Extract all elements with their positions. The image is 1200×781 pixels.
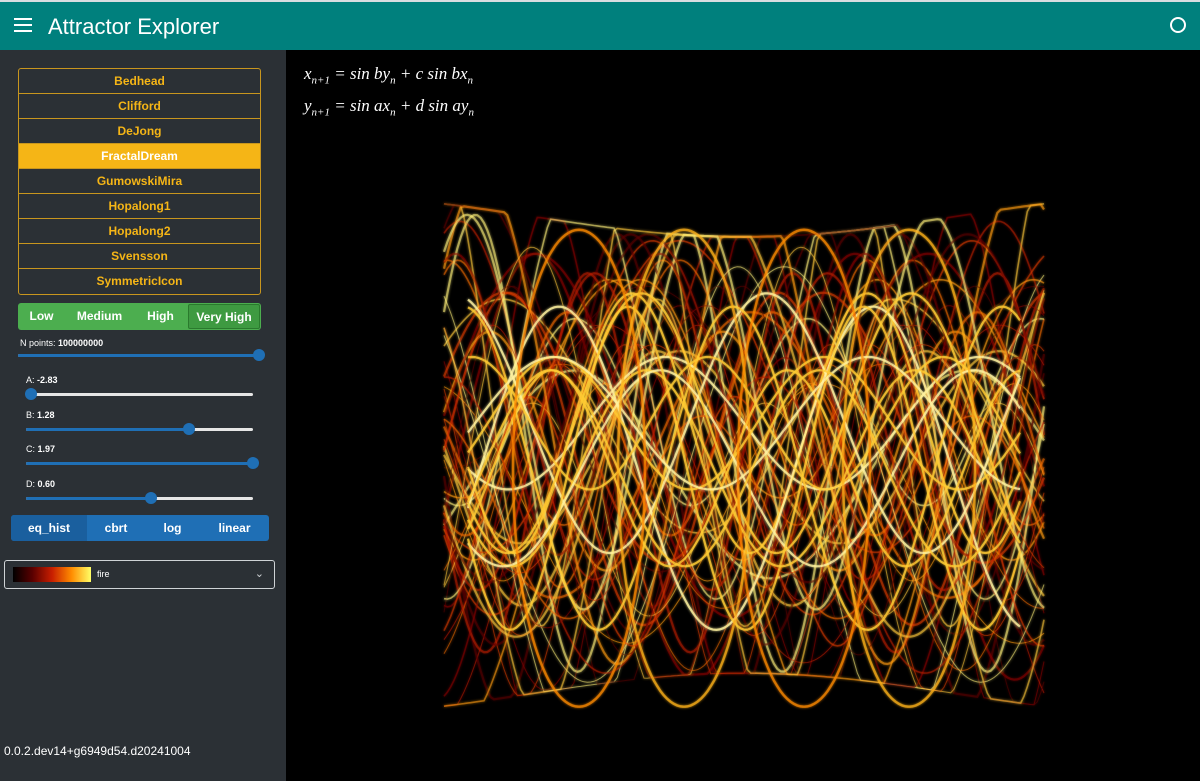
formula-y-lhs: y [304,96,312,115]
attractor-item-clifford[interactable]: Clifford [19,94,260,119]
param-a-slider[interactable] [24,387,253,401]
app-header: Attractor Explorer [0,0,1200,50]
formula-y: yn+1 = sin axn + d sin ayn [304,96,474,118]
slider-knob[interactable] [253,349,265,361]
param-b-label: B: 1.28 [26,410,55,420]
attractor-item-dejong[interactable]: DeJong [19,119,260,144]
formula-y-t1: ax [374,96,391,115]
param-a-value: -2.83 [37,375,58,385]
colormap-select[interactable]: fire ⌄ [4,560,275,589]
quality-button-low[interactable]: Low [18,303,65,330]
attractor-plot[interactable] [286,50,1200,781]
sidebar: Bedhead Clifford DeJong FractalDream Gumowsk… [0,50,286,781]
normalization-button-eq-hist[interactable]: eq_hist [11,515,87,541]
formula-x-lhs: x [304,64,312,83]
normalization-button-linear[interactable]: linear [200,515,269,541]
param-b-label-text: B: [26,409,38,420]
param-d-value: 0.60 [37,478,56,489]
plot-area: xn+1 = sin byn + c sin bxn yn+1 = sin ax… [286,50,1200,781]
colormap-swatch [13,567,91,582]
normalization-button-log[interactable]: log [145,515,200,541]
formula-x-t2: bx [451,64,468,83]
normalization-button-group: eq_hist cbrt log linear [11,515,269,541]
formula-y-eq: = sin [329,96,375,115]
slider-fill [18,354,261,357]
formula-x-t1: by [374,64,391,83]
attractor-item-hopalong1[interactable]: Hopalong1 [19,194,260,219]
param-c-label: C: 1.97 [26,444,55,454]
attractor-item-gumowskimira[interactable]: GumowskiMira [19,169,260,194]
formula-x-mid: + c sin [395,64,452,83]
param-a-label: A: -2.83 [26,375,58,385]
slider-knob[interactable] [24,388,37,400]
slider-fill [26,427,190,431]
quality-button-high[interactable]: High [134,303,187,330]
attractor-item-svensson[interactable]: Svensson [19,244,260,269]
menu-icon[interactable] [14,18,32,32]
slider-track [26,393,253,396]
attractor-item-fractaldream[interactable]: FractalDream [19,144,260,169]
param-b-slider[interactable] [26,422,253,436]
formula-y-mid: + d sin [395,96,453,115]
param-d-slider[interactable] [26,491,253,505]
slider-fill [26,496,151,500]
formula-y-t2-sub: n [468,106,474,119]
param-d-label: D: 0.60 [26,479,55,489]
attractor-item-symmetricicon[interactable]: SymmetricIcon [19,269,260,294]
formula-y-t2: ay [452,96,469,115]
param-c-label-text: C: [26,444,38,454]
busy-indicator-icon [1170,17,1186,33]
attractor-item-bedhead[interactable]: Bedhead [19,69,260,94]
n-points-slider[interactable] [18,348,265,362]
slider-knob[interactable] [183,422,196,435]
quality-button-very-high[interactable]: Very High [188,304,260,329]
n-points-value: 100000000 [58,338,104,348]
formula-y-lhs-sub: n+1 [311,106,330,119]
param-a-label-text: A: [26,375,38,385]
slider-knob[interactable] [144,491,157,504]
version-label: 0.0.2.dev14+g6949d54.d20241004 [4,744,191,758]
n-points-label-text: N points: [20,338,59,348]
slider-fill [26,462,253,465]
formula-x: xn+1 = sin byn + c sin bxn [304,64,473,86]
quality-button-group: Low Medium High Very High [18,303,261,330]
formula-x-lhs-sub: n+1 [311,74,330,87]
formula-x-t2-sub: n [467,74,474,87]
normalization-button-cbrt[interactable]: cbrt [87,515,145,541]
param-c-value: 1.97 [37,444,56,454]
n-points-label: N points: 100000000 [20,338,103,348]
formula-x-eq: = sin [329,64,375,83]
param-c-slider[interactable] [26,456,259,470]
attractor-item-hopalong2[interactable]: Hopalong2 [19,219,260,244]
quality-button-medium[interactable]: Medium [65,303,134,330]
chevron-down-icon: ⌄ [254,568,264,580]
app-title: Attractor Explorer [48,14,220,39]
attractor-list: Bedhead Clifford DeJong FractalDream Gumowsk… [18,68,261,295]
param-d-label-text: D: [26,478,38,489]
colormap-name: fire [97,569,110,579]
param-b-value: 1.28 [37,409,55,420]
slider-knob[interactable] [247,457,259,469]
